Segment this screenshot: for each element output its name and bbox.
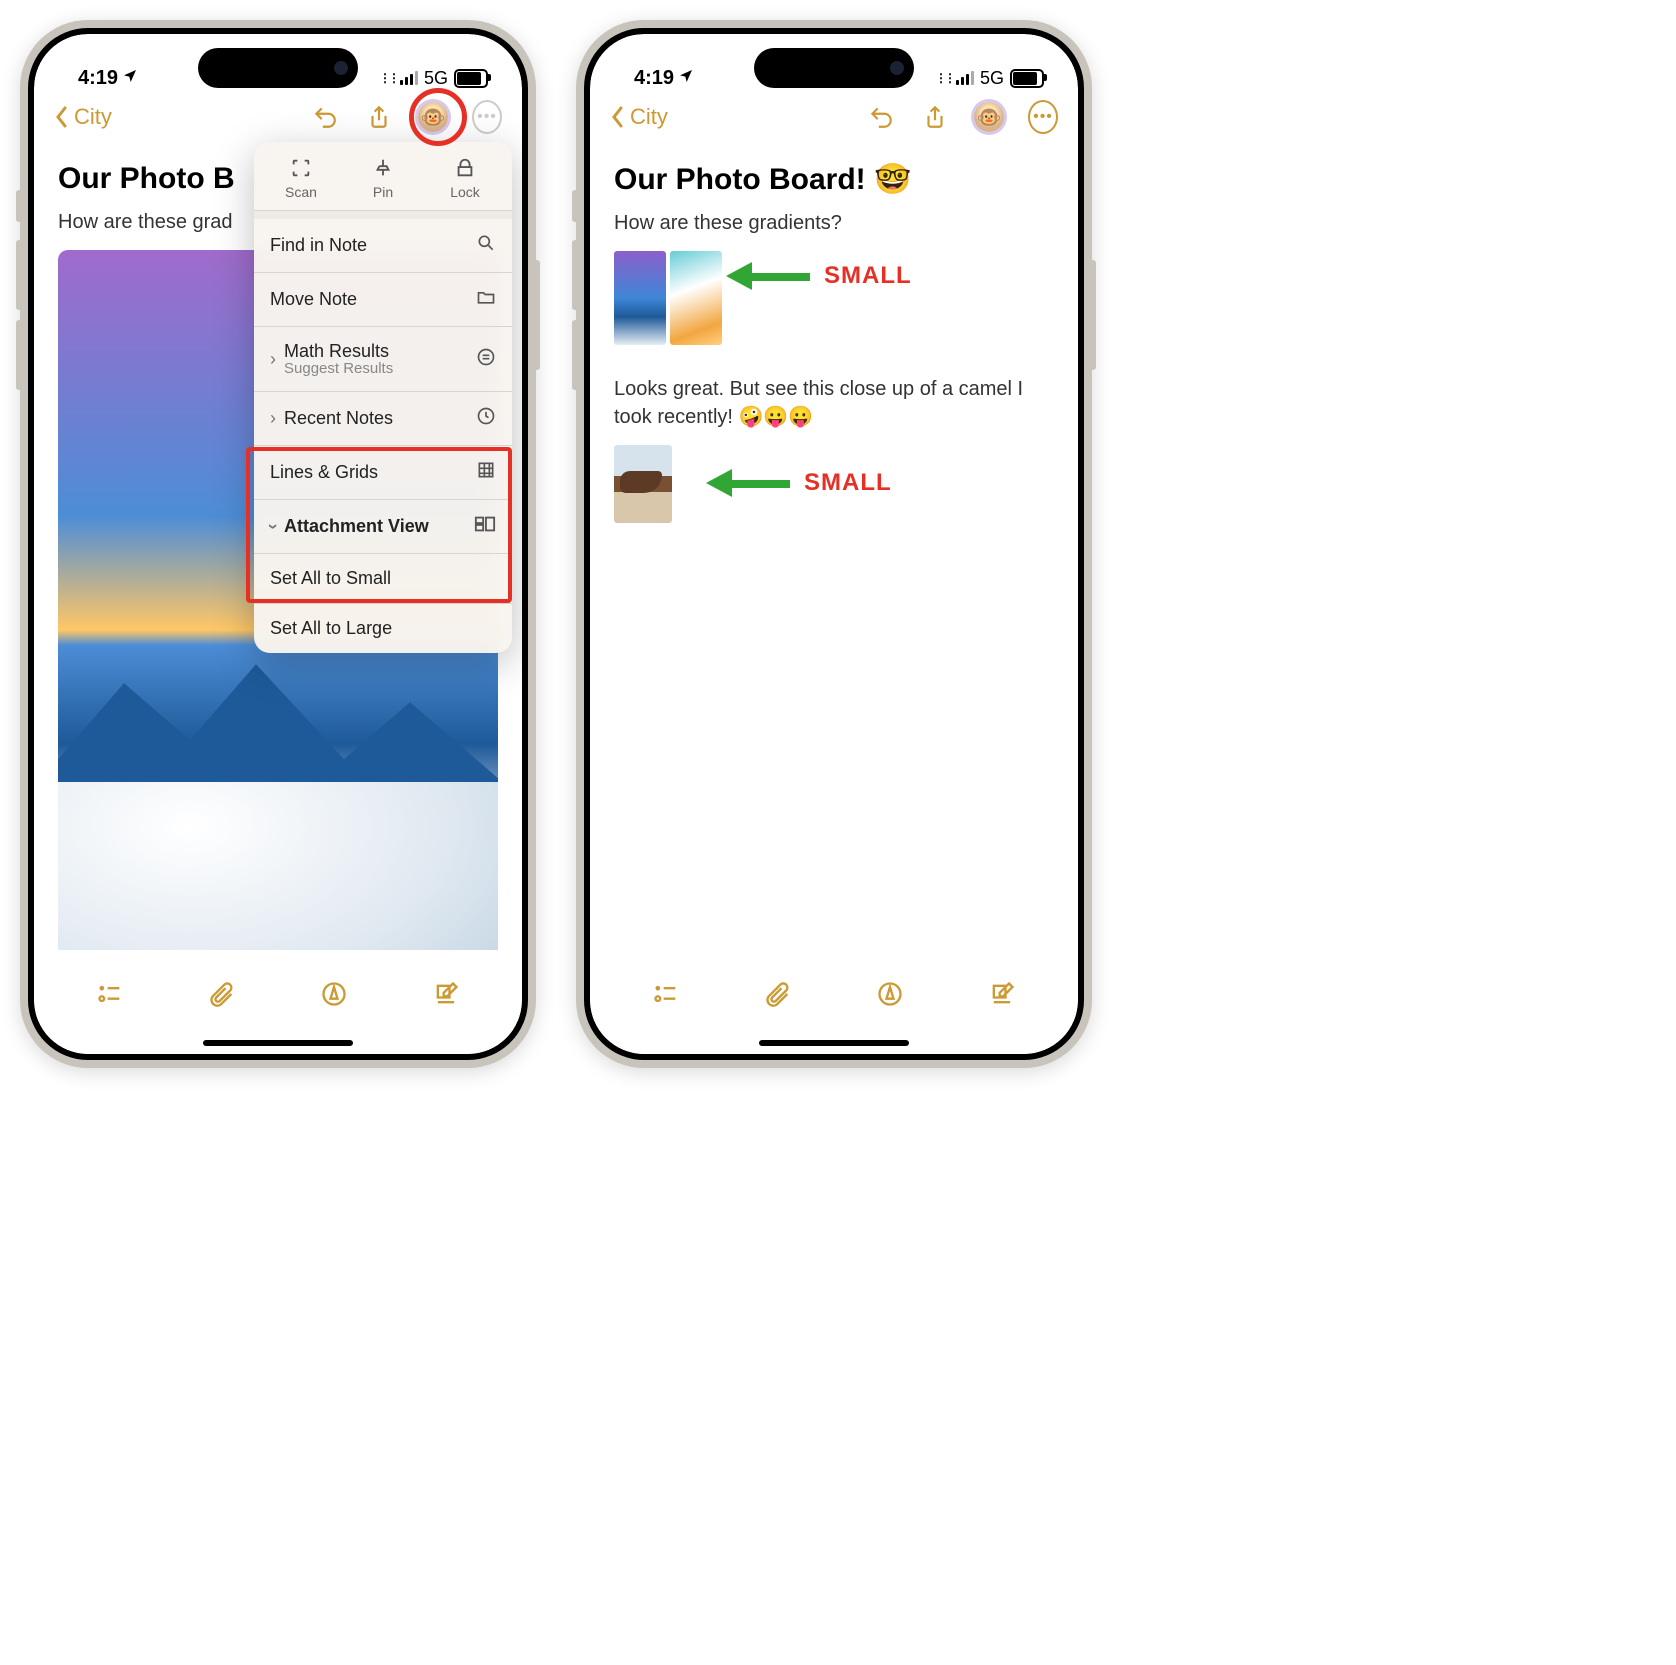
search-icon xyxy=(476,233,496,258)
mute-switch xyxy=(572,190,578,222)
note-body: Our Photo Board! 🤓 How are these gradien… xyxy=(590,152,1078,964)
menu-find[interactable]: Find in Note xyxy=(254,219,512,273)
home-indicator[interactable] xyxy=(759,1040,909,1046)
attachment-view-icon xyxy=(474,514,496,539)
volume-up-button xyxy=(572,240,578,310)
power-button xyxy=(1090,260,1096,370)
note-image-small[interactable] xyxy=(614,251,666,345)
phone-left: 4:19 5G City xyxy=(20,20,536,1068)
network-label: 5G xyxy=(980,68,1004,89)
equals-icon xyxy=(476,347,496,372)
note-text-line[interactable]: How are these gradients? xyxy=(614,209,1054,237)
thumbnail-row-2 xyxy=(614,445,1054,523)
location-icon xyxy=(678,67,694,90)
volume-up-button xyxy=(16,240,22,310)
thumbnail-row-1 xyxy=(614,251,1054,345)
status-time: 4:19 xyxy=(78,67,118,90)
note-title[interactable]: Our Photo Board! 🤓 xyxy=(614,162,1054,197)
menu-lines-grids[interactable]: Lines & Grids xyxy=(254,446,512,500)
menu-move[interactable]: Move Note xyxy=(254,273,512,327)
menu-set-all-large[interactable]: Set All to Large xyxy=(254,604,512,653)
clock-icon xyxy=(476,406,496,431)
more-menu: Scan Pin Lock Find in Note Move Note xyxy=(254,142,512,653)
volume-down-button xyxy=(16,320,22,390)
note-image-small[interactable] xyxy=(670,251,722,345)
status-time: 4:19 xyxy=(634,67,674,90)
attachment-icon[interactable] xyxy=(205,977,239,1011)
bottom-toolbar xyxy=(34,950,522,1054)
checklist-icon[interactable] xyxy=(649,977,683,1011)
menu-math[interactable]: › Math Results Suggest Results xyxy=(254,327,512,392)
pin-icon xyxy=(342,156,424,180)
note-image-small[interactable] xyxy=(614,445,672,523)
menu-set-all-small[interactable]: Set All to Small xyxy=(254,554,512,604)
attachment-icon[interactable] xyxy=(761,977,795,1011)
folder-icon xyxy=(476,287,496,312)
volume-down-button xyxy=(572,320,578,390)
markup-icon[interactable] xyxy=(317,977,351,1011)
battery-icon xyxy=(454,69,488,88)
chevron-right-icon: › xyxy=(270,349,276,370)
menu-pin[interactable]: Pin xyxy=(342,156,424,200)
power-button xyxy=(534,260,540,370)
menu-recent[interactable]: ›Recent Notes xyxy=(254,392,512,446)
signal-icon xyxy=(935,71,974,85)
menu-lock[interactable]: Lock xyxy=(424,156,506,200)
dynamic-island xyxy=(198,48,358,88)
note-text-line[interactable]: Looks great. But see this close up of a … xyxy=(614,375,1054,431)
menu-scan[interactable]: Scan xyxy=(260,156,342,200)
chevron-down-icon: › xyxy=(263,524,284,530)
compose-icon[interactable] xyxy=(985,977,1019,1011)
phone-right: 4:19 5G City xyxy=(576,20,1092,1068)
signal-icon xyxy=(379,71,418,85)
grid-icon xyxy=(476,460,496,485)
network-label: 5G xyxy=(424,68,448,89)
location-icon xyxy=(122,67,138,90)
lock-icon xyxy=(424,156,506,180)
home-indicator[interactable] xyxy=(203,1040,353,1046)
chevron-right-icon: › xyxy=(270,408,276,429)
markup-icon[interactable] xyxy=(873,977,907,1011)
checklist-icon[interactable] xyxy=(93,977,127,1011)
battery-icon xyxy=(1010,69,1044,88)
scan-icon xyxy=(260,156,342,180)
compose-icon[interactable] xyxy=(429,977,463,1011)
menu-attachment-view[interactable]: ›Attachment View xyxy=(254,500,512,554)
mute-switch xyxy=(16,190,22,222)
dynamic-island xyxy=(754,48,914,88)
bottom-toolbar xyxy=(590,950,1078,1054)
